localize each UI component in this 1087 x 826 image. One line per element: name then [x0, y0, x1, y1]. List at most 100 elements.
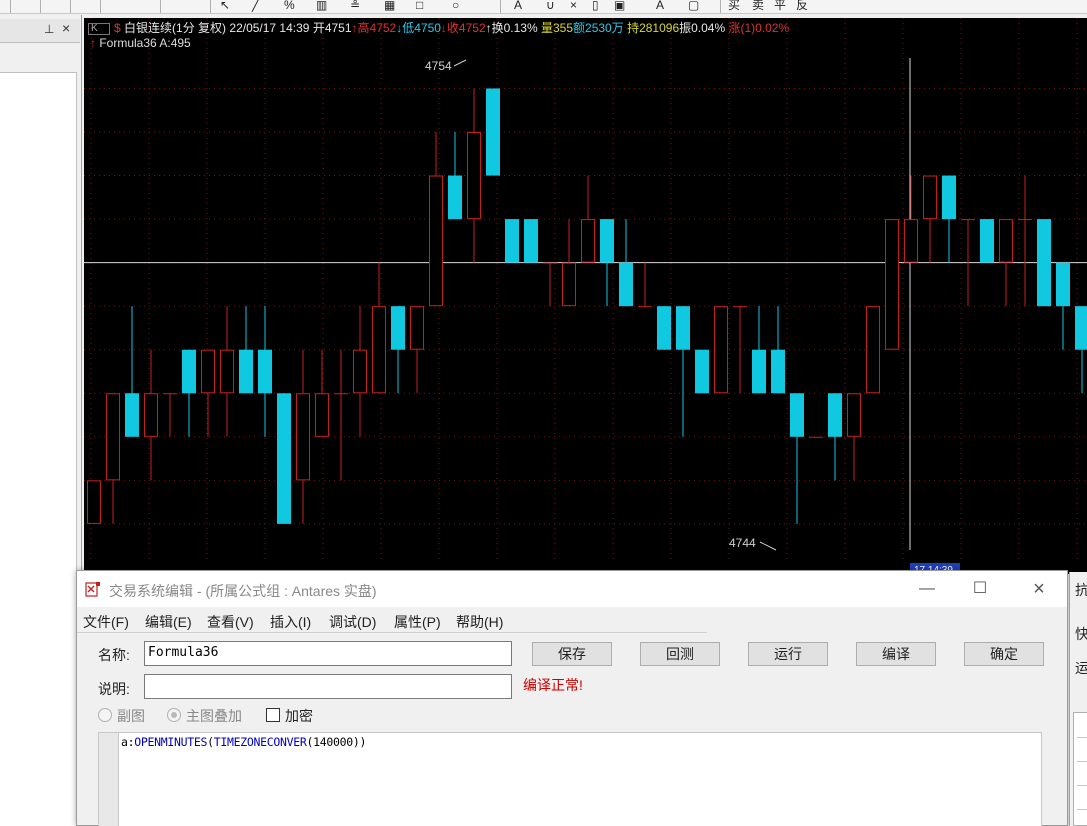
menu-debug[interactable]: 调试(D) [329, 612, 376, 632]
candle-body-up [296, 393, 310, 481]
right-panel-row [1077, 785, 1087, 786]
menu-edit[interactable]: 编辑(E) [145, 612, 192, 632]
compile-button[interactable]: 编译 [856, 642, 936, 666]
candle-body-down [125, 393, 139, 437]
ruler-icon[interactable]: ▥ [316, 0, 327, 12]
candle-body-up [467, 132, 481, 220]
pin-icon[interactable]: ⊥ [44, 22, 54, 36]
candle-body-down [980, 219, 994, 263]
fib-tool-icon[interactable]: ≗ [350, 0, 360, 12]
copy-icon[interactable]: ▣ [614, 0, 625, 12]
candle-body-up [847, 393, 861, 437]
candle-body-up [885, 219, 899, 350]
candle-body-down [790, 393, 804, 437]
right-panel-text-2: 快 [1075, 626, 1087, 642]
candle-body-flat [809, 436, 823, 438]
code-editor[interactable]: a:OPENMINUTES(TIMEZONECONVER(140000)) [98, 732, 1042, 826]
close-dialog-icon[interactable]: × [1019, 577, 1059, 601]
menu-insert[interactable]: 插入(I) [270, 612, 311, 632]
candle-body-flat [334, 393, 348, 395]
code-paren-close: )) [352, 735, 367, 749]
delete-icon[interactable]: × [570, 0, 577, 12]
quote-low: ↓低4750 [396, 21, 441, 35]
radio-main-overlay-label: 主图叠加 [186, 708, 242, 724]
candle-body-down [657, 306, 671, 350]
menu-properties[interactable]: 属性(P) [394, 612, 441, 632]
quote-open: 开4751 [312, 21, 352, 35]
maximize-icon[interactable]: ☐ [960, 577, 1000, 601]
candle-body-flat [961, 219, 975, 221]
toolbar-separator [160, 0, 161, 13]
dialog-titlebar[interactable]: 交易系统编辑 - (所属公式组 : Antares 实盘) — ☐ × [77, 571, 1067, 607]
candle-body-up [87, 480, 101, 524]
buy-label[interactable]: 买 [728, 0, 740, 12]
candle-body-up [581, 219, 595, 263]
radio-subchart-label: 副图 [117, 708, 145, 724]
k-label[interactable]: K [88, 22, 110, 35]
sell-label[interactable]: 卖 [752, 0, 764, 12]
quote-datetime: 22/05/17 14:39 [229, 21, 310, 35]
formula-value: Formula36 A:495 [99, 36, 191, 50]
quote-amount: 额2530万 [573, 21, 624, 35]
candle-body-down [391, 306, 405, 350]
magnet-icon[interactable]: ∪ [546, 0, 555, 12]
code-fn-timezoneconver: TIMEZONECONVER [213, 735, 307, 749]
rect-tool-icon[interactable]: □ [416, 0, 423, 12]
candle-body-down [239, 349, 253, 394]
candle-body-down [258, 349, 272, 394]
encrypt-checkbox[interactable] [266, 708, 280, 722]
menu-help[interactable]: 帮助(H) [456, 612, 503, 632]
candle-body-down [676, 306, 690, 350]
right-panel: 抗 快 运 [1069, 572, 1087, 826]
save-button[interactable]: 保存 [532, 642, 612, 666]
chart-canvas[interactable]: 4754474417 14:39 [84, 18, 1087, 574]
backtest-button[interactable]: 回测 [640, 642, 720, 666]
candle-body-down [828, 393, 842, 437]
menu-bar: 文件(F) 编辑(E) 查看(V) 插入(I) 调试(D) 属性(P) 帮助(H… [77, 607, 707, 633]
code-line[interactable]: a:OPENMINUTES(TIMEZONECONVER(140000)) [121, 735, 366, 749]
color-icon[interactable]: A [656, 0, 664, 12]
name-input[interactable]: Formula36 [144, 641, 512, 666]
left-panel: ⊥ × [0, 15, 82, 826]
toolbar-separator [10, 0, 11, 13]
ellipse-tool-icon[interactable]: ○ [452, 0, 459, 12]
candle-body-flat [543, 262, 557, 264]
cursor-icon[interactable]: ↖ [220, 0, 230, 12]
high-label-pointer [453, 59, 467, 67]
menu-file[interactable]: 文件(F) [83, 612, 129, 632]
quote-high: ↑高4752 [351, 21, 397, 35]
percent-tool-icon[interactable]: % [284, 0, 295, 12]
run-button[interactable]: 运行 [748, 642, 828, 666]
candle-body-down [1056, 262, 1070, 307]
candle-body-down [942, 175, 956, 220]
toolbar-separator [100, 0, 101, 13]
ok-button[interactable]: 确定 [964, 642, 1044, 666]
candle-body-up [220, 349, 234, 394]
quote-info-line: K $ 白银连续(1分 复权) 22/05/17 14:39 开4751↑高475… [88, 20, 789, 36]
right-panel-list [1073, 712, 1087, 826]
radio-subchart[interactable] [98, 708, 112, 722]
candle-body-up [429, 175, 443, 307]
radio-main-overlay[interactable] [167, 708, 181, 722]
grid-tool-icon[interactable]: ▦ [384, 0, 395, 12]
candle-body-flat [163, 393, 177, 395]
lock-icon[interactable]: ▯ [592, 0, 599, 12]
kline-chart[interactable]: 4754474417 14:39 K$ 白银连续(1分 复权) 22/05/17… [84, 18, 1087, 574]
quote-turnover: ↑换0.13% [485, 21, 538, 35]
compile-status: 编译正常! [523, 677, 583, 693]
close-icon[interactable]: × [62, 20, 70, 36]
reverse-label[interactable]: 反 [796, 0, 808, 12]
candle-body-up [923, 175, 937, 220]
candle-body-down [619, 262, 633, 307]
toolbar-separator [720, 0, 721, 13]
frame-icon[interactable]: ▢ [688, 0, 699, 12]
menu-view[interactable]: 查看(V) [207, 612, 254, 632]
description-input[interactable] [144, 674, 512, 699]
minimize-icon[interactable]: — [907, 577, 947, 601]
line-tool-icon[interactable]: ╱ [252, 0, 259, 12]
code-paren-open1: ( [207, 735, 214, 749]
candle-body-down [277, 393, 291, 524]
flat-label[interactable]: 平 [774, 0, 786, 12]
candle-body-down [448, 175, 462, 220]
text-tool-icon[interactable]: A [514, 0, 522, 12]
